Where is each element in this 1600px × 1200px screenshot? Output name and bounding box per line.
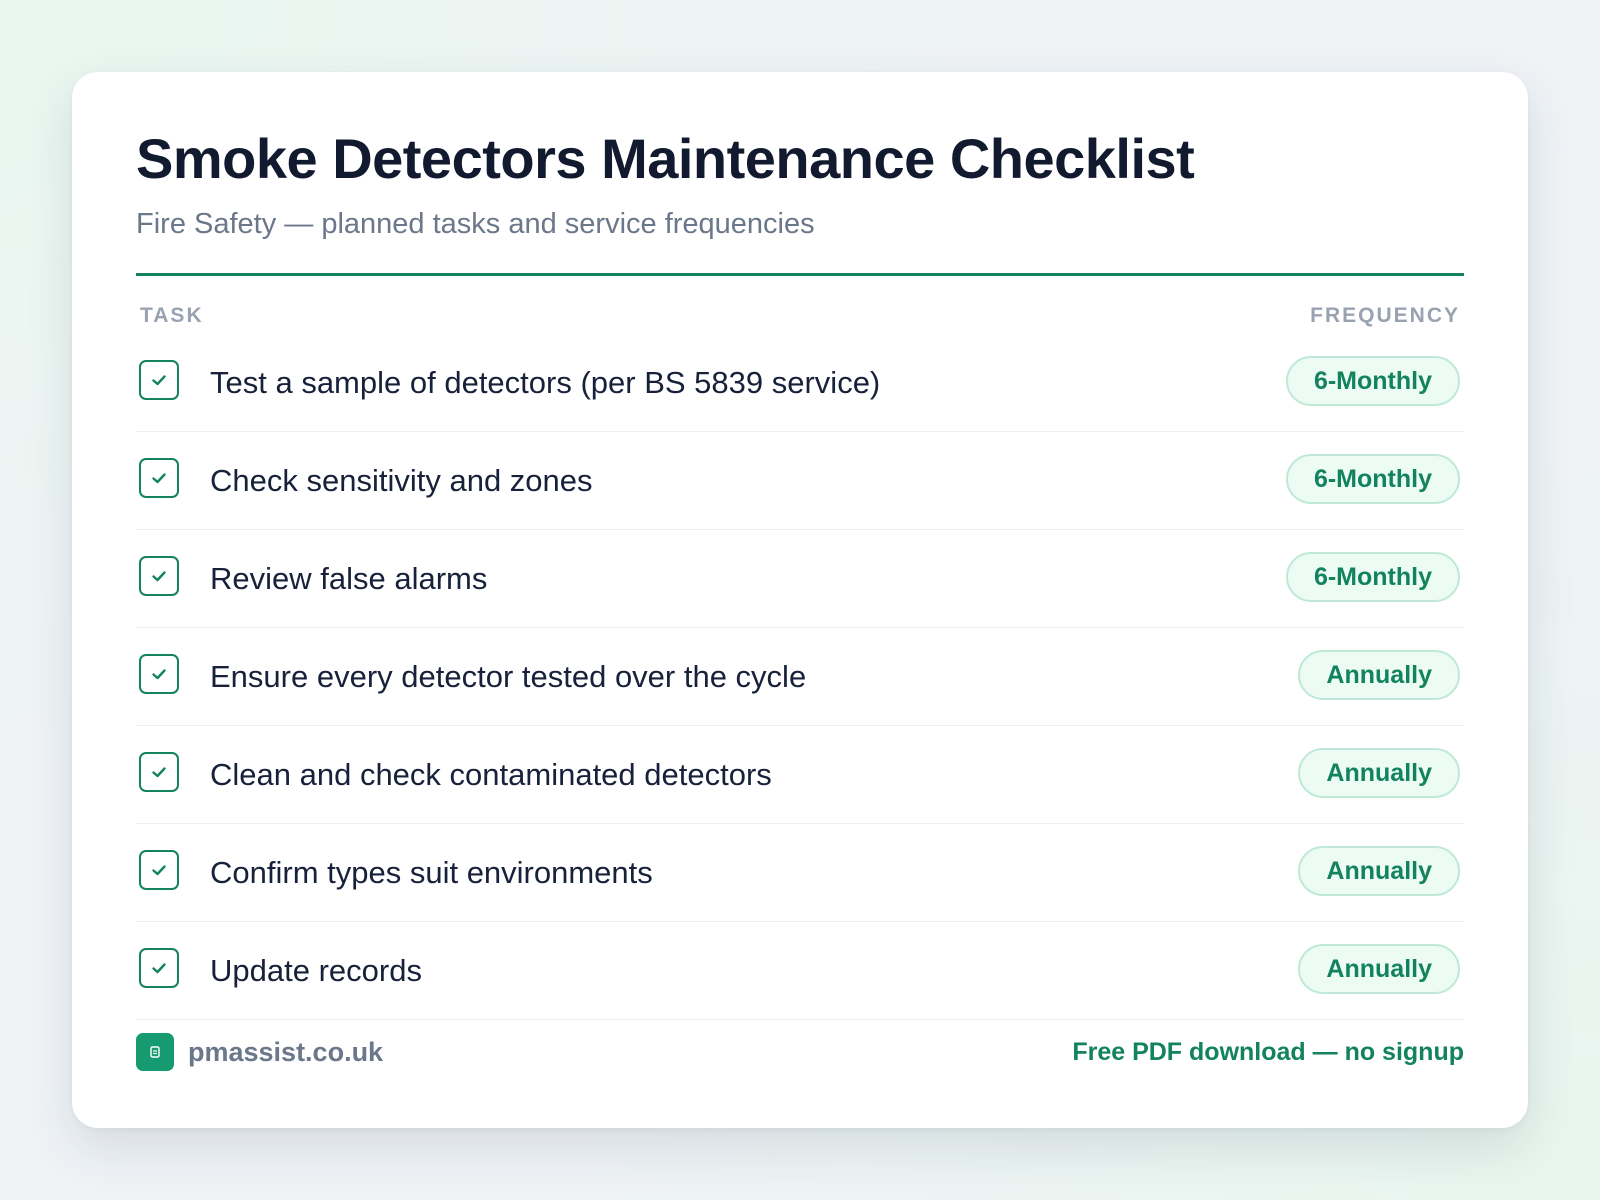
checkbox[interactable] — [139, 850, 179, 890]
brand-name: pmassist.co.uk — [188, 1037, 384, 1067]
checkbox[interactable] — [139, 948, 179, 988]
task-label: Ensure every detector tested over the cy… — [210, 659, 807, 694]
checkbox[interactable] — [139, 556, 179, 596]
checklist-row: Confirm types suit environments Annually — [136, 824, 1464, 922]
frequency-badge: 6-Monthly — [1285, 552, 1460, 602]
checkbox[interactable] — [139, 752, 179, 792]
frequency-badge: 6-Monthly — [1285, 356, 1460, 406]
check-icon — [152, 669, 166, 680]
document-icon — [136, 1033, 174, 1071]
task-label: Test a sample of detectors (per BS 5839 … — [210, 365, 881, 400]
column-header-task: TASK — [140, 304, 204, 327]
check-icon — [152, 473, 166, 484]
column-header-frequency: FREQUENCY — [1310, 304, 1460, 327]
checklist-row: Check sensitivity and zones 6-Monthly — [136, 432, 1464, 530]
page-title: Smoke Detectors Maintenance Checklist — [136, 127, 1195, 190]
frequency-badge: 6-Monthly — [1285, 454, 1460, 504]
checkbox[interactable] — [139, 360, 179, 400]
frequency-badge: Annually — [1298, 748, 1460, 798]
checklist-row: Review false alarms 6-Monthly — [136, 530, 1464, 628]
footer: pmassist.co.uk Free PDF download — no si… — [136, 1032, 1464, 1072]
checkbox[interactable] — [139, 458, 179, 498]
check-icon — [152, 963, 166, 974]
check-icon — [152, 375, 166, 386]
checklist-table: Test a sample of detectors (per BS 5839 … — [136, 334, 1464, 1020]
check-icon — [152, 865, 166, 876]
page-subtitle: Fire Safety — planned tasks and service … — [136, 208, 815, 240]
task-label: Check sensitivity and zones — [210, 463, 593, 498]
task-label: Clean and check contaminated detectors — [210, 757, 772, 792]
checklist-card: Smoke Detectors Maintenance Checklist Fi… — [72, 72, 1528, 1128]
frequency-badge: Annually — [1298, 846, 1460, 896]
task-label: Update records — [210, 953, 422, 988]
header-divider — [136, 273, 1464, 276]
frequency-badge: Annually — [1298, 650, 1460, 700]
pdf-download-link[interactable]: Free PDF download — no signup — [1072, 1032, 1464, 1072]
checkbox[interactable] — [139, 654, 179, 694]
checklist-row: Test a sample of detectors (per BS 5839 … — [136, 334, 1464, 432]
check-icon — [152, 767, 166, 778]
checklist-row: Ensure every detector tested over the cy… — [136, 628, 1464, 726]
check-icon — [152, 571, 166, 582]
checklist-row: Clean and check contaminated detectors An… — [136, 726, 1464, 824]
task-label: Review false alarms — [210, 561, 488, 596]
task-label: Confirm types suit environments — [210, 855, 653, 890]
checklist-row: Update records Annually — [136, 922, 1464, 1020]
frequency-badge: Annually — [1298, 944, 1460, 994]
